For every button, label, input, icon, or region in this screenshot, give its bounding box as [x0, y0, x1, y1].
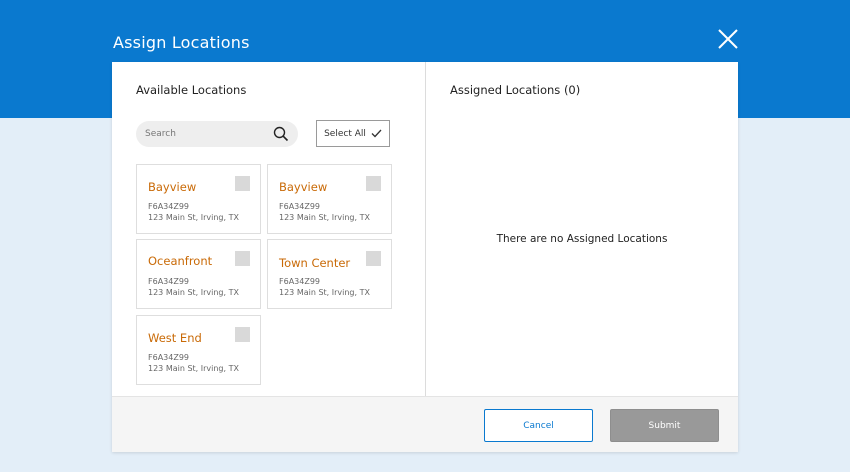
- location-code: F6A34Z99: [148, 353, 190, 362]
- search-input[interactable]: [136, 121, 266, 147]
- location-name: Town Center: [279, 256, 351, 270]
- location-code: F6A34Z99: [148, 202, 190, 211]
- search-icon[interactable]: [273, 126, 289, 142]
- location-card[interactable]: Bayview F6A34Z99 123 Main St, Irving, TX: [136, 164, 261, 234]
- assigned-locations-heading: Assigned Locations (0): [450, 83, 581, 97]
- submit-button[interactable]: Submit: [610, 409, 719, 442]
- dialog-title: Assign Locations: [113, 33, 250, 52]
- location-card[interactable]: Town Center F6A34Z99 123 Main St, Irving…: [267, 239, 392, 309]
- location-card[interactable]: Oceanfront F6A34Z99 123 Main St, Irving,…: [136, 239, 261, 309]
- location-address: 123 Main St, Irving, TX: [148, 364, 239, 373]
- location-checkbox[interactable]: [235, 176, 250, 191]
- search-box: [136, 121, 298, 147]
- location-name: Bayview: [279, 180, 328, 194]
- location-checkbox[interactable]: [366, 251, 381, 266]
- location-name: Oceanfront: [148, 254, 213, 268]
- location-code: F6A34Z99: [148, 277, 190, 286]
- location-code: F6A34Z99: [279, 277, 321, 286]
- location-code: F6A34Z99: [279, 202, 321, 211]
- location-checkbox[interactable]: [366, 176, 381, 191]
- location-card[interactable]: West End F6A34Z99 123 Main St, Irving, T…: [136, 315, 261, 385]
- location-address: 123 Main St, Irving, TX: [148, 213, 239, 222]
- location-checkbox[interactable]: [235, 327, 250, 342]
- assign-locations-panel: Available Locations Select All Bayview F…: [112, 62, 738, 452]
- location-checkbox[interactable]: [235, 251, 250, 266]
- location-name: Bayview: [148, 180, 197, 194]
- location-name: West End: [148, 331, 202, 345]
- select-all-button[interactable]: Select All: [316, 120, 390, 147]
- location-address: 123 Main St, Irving, TX: [279, 288, 370, 297]
- location-address: 123 Main St, Irving, TX: [279, 213, 370, 222]
- cancel-button[interactable]: Cancel: [484, 409, 593, 442]
- checkmark-icon: [371, 129, 382, 138]
- empty-state-message: There are no Assigned Locations: [496, 233, 668, 245]
- location-card[interactable]: Bayview F6A34Z99 123 Main St, Irving, TX: [267, 164, 392, 234]
- available-locations-heading: Available Locations: [136, 83, 247, 97]
- dialog-footer: Cancel Submit: [112, 396, 738, 452]
- location-address: 123 Main St, Irving, TX: [148, 288, 239, 297]
- close-icon[interactable]: [716, 27, 740, 51]
- column-divider: [425, 62, 426, 396]
- select-all-label: Select All: [324, 128, 366, 139]
